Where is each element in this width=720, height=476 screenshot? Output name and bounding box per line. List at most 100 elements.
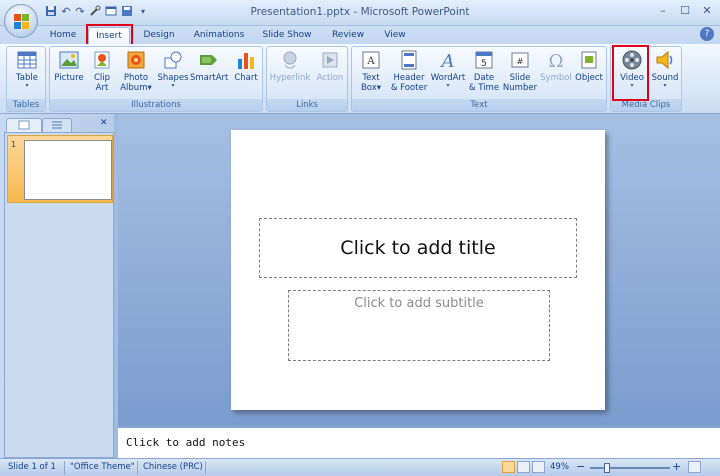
action-button[interactable]: Action xyxy=(313,49,347,83)
group-text: A Text Box▾ Header & Footer A WordArt ▾ … xyxy=(351,46,607,112)
chart-icon xyxy=(238,53,254,69)
fit-to-window-button[interactable] xyxy=(688,461,701,473)
slides-pane: ✕ 1 xyxy=(0,114,114,458)
window-title: Presentation1.pptx - Microsoft PowerPoin… xyxy=(250,6,470,18)
sound-button[interactable]: Sound ▾ xyxy=(649,49,681,89)
action-label: Action xyxy=(316,73,344,83)
clip-art-label-2: Art xyxy=(95,83,109,93)
smartart-icon xyxy=(200,55,217,65)
title-placeholder[interactable]: Click to add title xyxy=(259,218,577,278)
date-time-label-2: & Time xyxy=(468,83,500,93)
zoom-slider-thumb[interactable] xyxy=(604,463,610,473)
tab-slides[interactable] xyxy=(6,118,42,132)
calendar-icon: 5 xyxy=(475,51,493,69)
object-icon xyxy=(581,51,597,69)
text-box-label-2: Box xyxy=(360,83,377,93)
theme-name[interactable]: "Office Theme" xyxy=(70,462,135,472)
office-button[interactable] xyxy=(4,4,38,38)
notes-pane[interactable]: Click to add notes xyxy=(118,426,720,458)
header-footer-label-2: & Footer xyxy=(390,83,428,93)
group-tables: Table ▾ Tables xyxy=(6,46,46,112)
shapes-icon xyxy=(164,51,182,69)
tab-slide-show[interactable]: Slide Show xyxy=(258,27,316,44)
chevron-down-icon: ▾ xyxy=(446,82,450,89)
zoom-out-button[interactable]: − xyxy=(576,460,585,473)
group-label-tables: Tables xyxy=(7,99,45,111)
date-time-label-1: Date xyxy=(473,73,495,83)
text-box-label-1: Text xyxy=(362,73,380,83)
wordart-icon: A xyxy=(440,51,455,71)
svg-text:5: 5 xyxy=(481,59,487,69)
chevron-down-icon: ▾ xyxy=(171,82,175,89)
slide-thumbnails: 1 xyxy=(4,132,114,458)
group-label-illustrations: Illustrations xyxy=(50,99,262,111)
zoom-level[interactable]: 49% xyxy=(550,462,569,472)
language-indicator[interactable]: Chinese (PRC) xyxy=(143,462,203,472)
slide-sorter-button[interactable] xyxy=(517,461,530,473)
chevron-down-icon: ▾ xyxy=(376,83,382,93)
subtitle-placeholder[interactable]: Click to add subtitle xyxy=(288,290,550,361)
table-icon xyxy=(17,51,37,69)
powerpoint-window: ↶ ↷ ▾ Presentation1.pptx - Microsoft Pow… xyxy=(0,0,720,476)
picture-label: Picture xyxy=(54,73,84,83)
chart-button[interactable]: Chart xyxy=(230,49,262,83)
svg-text:#: # xyxy=(517,57,524,66)
slide-number-label-2: Number xyxy=(502,83,538,93)
object-label: Object xyxy=(575,73,603,83)
hyperlink-button[interactable]: Hyperlink xyxy=(269,49,311,83)
slide-thumbnail-selected[interactable]: 1 xyxy=(7,135,113,203)
office-logo-icon xyxy=(14,14,29,29)
divider xyxy=(64,461,65,474)
clip-art-label-1: Clip xyxy=(93,73,111,83)
group-links: Hyperlink Action Links xyxy=(266,46,348,112)
normal-view-button[interactable] xyxy=(502,461,515,473)
tab-view[interactable]: View xyxy=(378,27,412,44)
shapes-button[interactable]: Shapes ▾ xyxy=(156,49,190,89)
zoom-slider[interactable] xyxy=(590,463,670,473)
tab-design[interactable]: Design xyxy=(138,27,180,44)
picture-button[interactable]: Picture xyxy=(52,49,86,83)
status-bar: Slide 1 of 1 "Office Theme" Chinese (PRC… xyxy=(0,458,720,476)
slide-number-button[interactable]: # Slide Number xyxy=(502,49,538,93)
divider xyxy=(205,461,206,474)
tab-animations[interactable]: Animations xyxy=(188,27,250,44)
group-illustrations: Picture Clip Art Photo Album▾ Shapes ▾ S… xyxy=(49,46,263,112)
close-pane-icon[interactable]: ✕ xyxy=(100,118,108,128)
symbol-button[interactable]: Ω Symbol xyxy=(540,49,572,83)
tab-review[interactable]: Review xyxy=(326,27,370,44)
slide-number-label-1: Slide xyxy=(509,73,531,83)
slide-number-icon: # xyxy=(511,52,529,68)
photo-album-label-2: Album xyxy=(120,83,148,93)
video-button-highlight xyxy=(612,45,649,101)
help-button[interactable]: ? xyxy=(700,27,714,41)
header-footer-button[interactable]: Header & Footer xyxy=(390,49,428,93)
text-box-button[interactable]: A Text Box▾ xyxy=(354,49,388,93)
wordart-button[interactable]: A WordArt ▾ xyxy=(430,49,466,89)
tab-outline[interactable] xyxy=(42,118,72,132)
photo-album-label-1: Photo xyxy=(123,73,149,83)
slide-thumbnail-number: 1 xyxy=(11,140,17,149)
date-time-button[interactable]: 5 Date & Time xyxy=(468,49,500,93)
close-button[interactable]: ✕ xyxy=(698,3,716,19)
action-icon xyxy=(322,52,338,68)
zoom-in-button[interactable]: + xyxy=(672,460,681,473)
slide-thumbnail-preview xyxy=(24,140,112,200)
slide-show-button[interactable] xyxy=(532,461,545,473)
table-button[interactable]: Table ▾ xyxy=(11,49,43,89)
picture-icon xyxy=(59,51,79,69)
divider xyxy=(137,461,138,474)
svg-text:Ω: Ω xyxy=(549,51,564,71)
object-button[interactable]: Object xyxy=(572,49,606,83)
clip-art-icon xyxy=(94,51,110,69)
smartart-button[interactable]: SmartArt xyxy=(190,49,228,83)
hyperlink-label: Hyperlink xyxy=(269,73,311,83)
hyperlink-icon xyxy=(283,51,297,69)
text-box-icon: A xyxy=(362,51,380,69)
maximize-button[interactable]: ☐ xyxy=(676,3,694,19)
photo-album-icon xyxy=(127,51,145,69)
photo-album-button[interactable]: Photo Album▾ xyxy=(118,49,154,93)
minimize-button[interactable]: – xyxy=(654,3,672,19)
clip-art-button[interactable]: Clip Art xyxy=(88,49,116,93)
tab-home[interactable]: Home xyxy=(46,27,80,44)
pane-tabs: ✕ xyxy=(0,118,114,132)
